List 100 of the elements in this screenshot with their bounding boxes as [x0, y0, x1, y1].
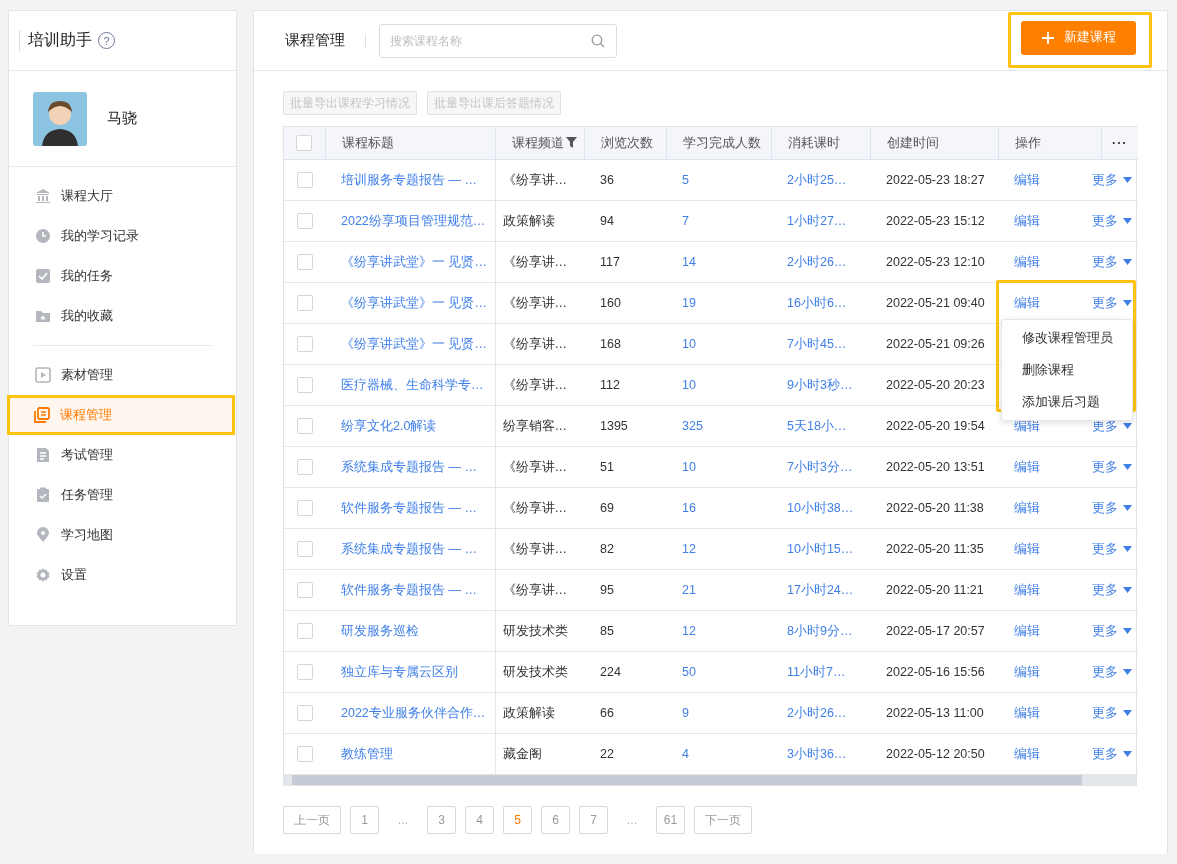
completion-count-link[interactable]: 5: [682, 173, 689, 187]
course-title-link[interactable]: 《纷享讲武堂》一 见贤…: [341, 254, 487, 269]
completion-count-link[interactable]: 12: [682, 542, 696, 556]
more-dropdown[interactable]: 更多: [1092, 212, 1132, 230]
row-checkbox[interactable]: [296, 213, 313, 229]
completion-count-link[interactable]: 16: [682, 501, 696, 515]
row-checkbox[interactable]: [296, 705, 313, 721]
more-dropdown[interactable]: 更多: [1092, 253, 1132, 271]
row-checkbox[interactable]: [296, 500, 313, 516]
row-checkbox[interactable]: [296, 664, 313, 680]
course-title-link[interactable]: 研发服务巡检: [341, 623, 419, 638]
completion-count-link[interactable]: 325: [682, 419, 703, 433]
completion-count-link[interactable]: 10: [682, 460, 696, 474]
course-title-link[interactable]: 系统集成专题报告 — …: [341, 459, 477, 474]
row-checkbox[interactable]: [296, 295, 313, 311]
course-title-link[interactable]: 系统集成专题报告 — …: [341, 541, 477, 556]
more-columns-button[interactable]: ···: [1112, 136, 1128, 150]
row-checkbox[interactable]: [296, 172, 313, 188]
duration-link[interactable]: 16小时6…: [787, 295, 847, 310]
edit-link[interactable]: 编辑: [1014, 458, 1040, 476]
duration-link[interactable]: 8小时9分…: [787, 623, 853, 638]
row-checkbox[interactable]: [296, 623, 313, 639]
page-button[interactable]: 4: [465, 806, 494, 834]
page-button[interactable]: 61: [656, 806, 685, 834]
more-dropdown[interactable]: 更多: [1092, 171, 1132, 189]
duration-link[interactable]: 7小时3分…: [787, 459, 853, 474]
sidebar-item[interactable]: 我的收藏: [9, 296, 236, 336]
completion-count-link[interactable]: 7: [682, 214, 689, 228]
course-title-link[interactable]: 医疗器械、生命科学专…: [341, 377, 484, 392]
row-checkbox[interactable]: [296, 377, 313, 393]
duration-link[interactable]: 5天18小…: [787, 418, 847, 433]
next-page-button[interactable]: 下一页: [694, 806, 752, 834]
row-checkbox[interactable]: [296, 418, 313, 434]
menu-item[interactable]: 修改课程管理员: [1002, 322, 1132, 354]
previous-page-button[interactable]: 上一页: [283, 806, 341, 834]
more-dropdown[interactable]: 更多: [1092, 581, 1132, 599]
edit-link[interactable]: 编辑: [1014, 581, 1040, 599]
course-title-link[interactable]: 《纷享讲武堂》一 见贤…: [341, 295, 487, 310]
select-all-checkbox[interactable]: [296, 135, 313, 151]
sidebar-item[interactable]: 考试管理: [9, 435, 236, 475]
page-button[interactable]: 1: [350, 806, 379, 834]
duration-link[interactable]: 17小时24…: [787, 582, 854, 597]
edit-link[interactable]: 编辑: [1014, 540, 1040, 558]
course-title-link[interactable]: 纷享文化2.0解读: [341, 418, 437, 433]
course-title-link[interactable]: 《纷享讲武堂》一 见贤…: [341, 336, 487, 351]
duration-link[interactable]: 1小时27…: [787, 213, 847, 228]
row-checkbox[interactable]: [296, 746, 313, 762]
edit-link[interactable]: 编辑: [1014, 622, 1040, 640]
completion-count-link[interactable]: 14: [682, 255, 696, 269]
more-dropdown[interactable]: 更多: [1092, 540, 1132, 558]
edit-link[interactable]: 编辑: [1014, 212, 1040, 230]
course-title-link[interactable]: 软件服务专题报告 — …: [341, 500, 477, 515]
row-checkbox[interactable]: [296, 459, 313, 475]
course-title-link[interactable]: 独立库与专属云区别: [341, 664, 458, 679]
sidebar-item[interactable]: 课程管理: [7, 395, 235, 435]
completion-count-link[interactable]: 10: [682, 378, 696, 392]
completion-count-link[interactable]: 9: [682, 706, 689, 720]
row-checkbox[interactable]: [296, 541, 313, 557]
edit-link[interactable]: 编辑: [1014, 663, 1040, 681]
completion-count-link[interactable]: 50: [682, 665, 696, 679]
edit-link[interactable]: 编辑: [1014, 704, 1040, 722]
course-title-link[interactable]: 培训服务专题报告 — …: [341, 172, 477, 187]
sidebar-item[interactable]: 课程大厅: [9, 176, 236, 216]
edit-link[interactable]: 编辑: [1014, 745, 1040, 763]
sidebar-item[interactable]: 我的任务: [9, 256, 236, 296]
row-checkbox[interactable]: [296, 336, 313, 352]
page-button[interactable]: 6: [541, 806, 570, 834]
row-checkbox[interactable]: [296, 582, 313, 598]
completion-count-link[interactable]: 12: [682, 624, 696, 638]
more-dropdown[interactable]: 更多: [1092, 458, 1132, 476]
menu-item[interactable]: 删除课程: [1002, 354, 1132, 386]
edit-link[interactable]: 编辑: [1014, 171, 1040, 189]
completion-count-link[interactable]: 10: [682, 337, 696, 351]
course-title-link[interactable]: 教练管理: [341, 746, 393, 761]
duration-link[interactable]: 10小时15…: [787, 541, 854, 556]
more-dropdown[interactable]: 更多: [1092, 622, 1132, 640]
duration-link[interactable]: 7小时45…: [787, 336, 847, 351]
horizontal-scrollbar[interactable]: [284, 775, 1136, 785]
more-dropdown[interactable]: 更多: [1092, 745, 1132, 763]
course-title-link[interactable]: 2022专业服务伙伴合作…: [341, 705, 486, 720]
duration-link[interactable]: 11小时7…: [787, 664, 846, 679]
duration-link[interactable]: 2小时26…: [787, 705, 847, 720]
row-checkbox[interactable]: [296, 254, 313, 270]
completion-count-link[interactable]: 4: [682, 747, 689, 761]
edit-link[interactable]: 编辑: [1014, 294, 1040, 312]
new-course-button[interactable]: 新建课程: [1021, 20, 1136, 55]
page-button[interactable]: 7: [579, 806, 608, 834]
duration-link[interactable]: 2小时25…: [787, 172, 847, 187]
completion-count-link[interactable]: 21: [682, 583, 696, 597]
more-dropdown[interactable]: 更多: [1092, 294, 1132, 312]
sidebar-item[interactable]: 任务管理: [9, 475, 236, 515]
more-dropdown[interactable]: 更多: [1092, 499, 1132, 517]
sidebar-item[interactable]: 我的学习记录: [9, 216, 236, 256]
sidebar-item[interactable]: 设置: [9, 555, 236, 595]
course-title-link[interactable]: 2022纷享项目管理规范…: [341, 213, 486, 228]
completion-count-link[interactable]: 19: [682, 296, 696, 310]
edit-link[interactable]: 编辑: [1014, 253, 1040, 271]
edit-link[interactable]: 编辑: [1014, 499, 1040, 517]
more-dropdown[interactable]: 更多: [1092, 663, 1132, 681]
duration-link[interactable]: 3小时36…: [787, 746, 847, 761]
